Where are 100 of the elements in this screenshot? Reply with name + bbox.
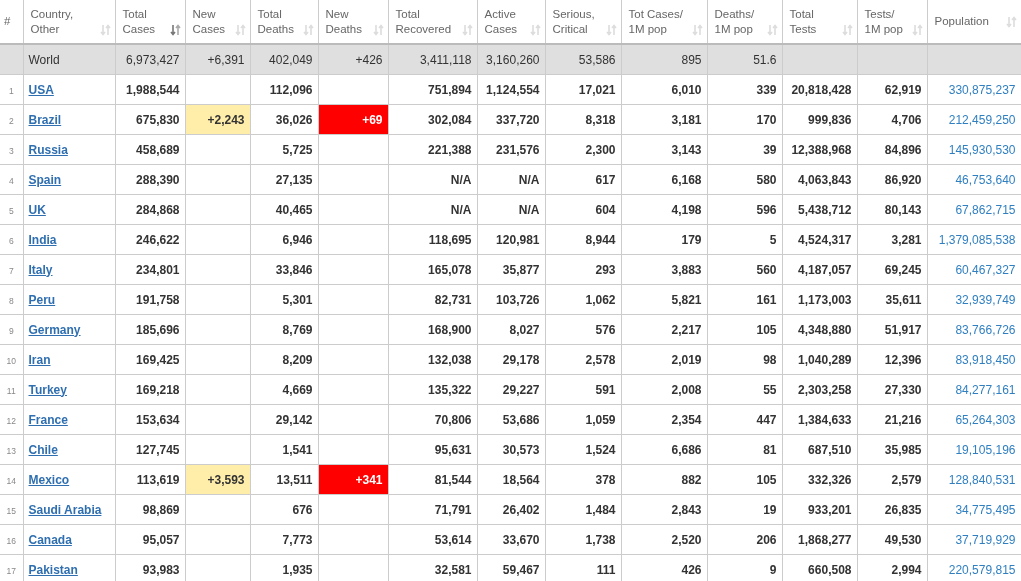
table-cell-value: 35,611 — [885, 292, 922, 307]
country-link[interactable]: Mexico — [28, 472, 70, 487]
table-cell-value: 1,484 — [585, 502, 616, 517]
table-cell-value: 6,010 — [671, 82, 702, 97]
column-header[interactable]: Population — [934, 14, 989, 29]
table-cell-value: 221,388 — [428, 142, 472, 157]
rank-number: 13 — [6, 445, 16, 456]
table-cell-value: 26,835 — [884, 502, 922, 517]
table-cell-value: 40,465 — [275, 202, 313, 217]
table-cell-value: 330,875,237 — [948, 82, 1016, 97]
rank-number: 5 — [8, 205, 14, 216]
table-cell-value: 32,939,749 — [955, 292, 1016, 307]
rank-number: 14 — [6, 475, 16, 486]
column-header[interactable]: Active Cases — [484, 6, 528, 37]
table-cell-value: 675,830 — [136, 112, 180, 127]
table-cell-value: 33,670 — [502, 532, 540, 547]
country-link[interactable]: Peru — [28, 292, 56, 307]
table-cell-value: 1,988,544 — [126, 82, 180, 97]
table-cell-value: 246,622 — [136, 232, 180, 247]
table-cell-value: 12,396 — [884, 352, 922, 367]
table-cell-value: 113,619 — [136, 472, 180, 487]
table-cell-value: 8,944 — [585, 232, 616, 247]
country-link[interactable]: Pakistan — [28, 562, 78, 577]
table-cell-value: 7,773 — [282, 532, 313, 547]
column-header[interactable]: Total Cases — [122, 6, 168, 37]
table-cell-value: 191,758 — [136, 292, 180, 307]
table-cell-value: 105 — [756, 472, 777, 487]
country-link[interactable]: Saudi Arabia — [28, 502, 102, 517]
table-cell-value: 5,438,712 — [798, 202, 852, 217]
table-cell-value: 5,821 — [671, 292, 702, 307]
country-link[interactable]: France — [28, 412, 68, 427]
table-cell-value: 3,411,118 — [419, 52, 472, 67]
table-cell-value: 617 — [595, 172, 616, 187]
rank-number: 15 — [6, 505, 16, 516]
sort-icon[interactable] — [169, 23, 181, 36]
country-link[interactable]: Canada — [28, 532, 72, 547]
table-cell-value: 169,425 — [136, 352, 180, 367]
table-cell-value: 999,836 — [808, 112, 852, 127]
table-cell-value: 1,379,085,538 — [938, 232, 1016, 247]
table-cell-value: 51,917 — [884, 322, 922, 337]
table-cell-value: 128,840,531 — [948, 472, 1016, 487]
table-cell-value: 59,467 — [502, 562, 540, 577]
table-cell-value: 6,686 — [671, 442, 702, 457]
column-header[interactable]: Tests/ 1M pop — [864, 6, 910, 37]
table-cell-value: 337,720 — [496, 112, 540, 127]
table-cell-value: 33,846 — [275, 262, 313, 277]
table-cell-value: 69,245 — [884, 262, 922, 277]
country-link[interactable]: India — [28, 232, 57, 247]
table-cell-value: 19,105,196 — [955, 442, 1016, 457]
country-name: World — [28, 52, 60, 67]
table-cell-value: 1,059 — [585, 412, 616, 427]
country-link[interactable]: Brazil — [28, 112, 62, 127]
column-header[interactable]: Total Deaths — [257, 6, 301, 37]
table-cell-value: 105 — [756, 322, 777, 337]
column-header[interactable]: Tot Cases/ 1M pop — [628, 6, 690, 37]
table-cell-value: 93,983 — [142, 562, 180, 577]
rank-number: 6 — [8, 235, 14, 246]
table-cell-value: 882 — [681, 472, 702, 487]
country-link[interactable]: UK — [28, 202, 46, 217]
table-cell-value: 580 — [756, 172, 777, 187]
table-cell-value: +426 — [355, 52, 383, 67]
table-cell-value: 8,769 — [282, 322, 313, 337]
country-link[interactable]: Turkey — [28, 382, 67, 397]
country-link[interactable]: Chile — [28, 442, 58, 457]
table-cell-value: 55 — [763, 382, 777, 397]
country-link[interactable]: Germany — [28, 322, 81, 337]
table-cell-value: 161 — [756, 292, 777, 307]
table-cell-value: 17,021 — [578, 82, 616, 97]
table-cell-value: 103,726 — [496, 292, 540, 307]
country-link[interactable]: Spain — [28, 172, 62, 187]
column-header[interactable]: Total Tests — [789, 6, 840, 37]
table-cell-value: 169,218 — [136, 382, 180, 397]
table-cell-value: 234,801 — [136, 262, 180, 277]
table-cell-value: 2,008 — [671, 382, 702, 397]
column-header[interactable]: Country, Other — [30, 6, 98, 37]
table-cell-value: 1,384,633 — [798, 412, 852, 427]
table-cell-value: 2,354 — [671, 412, 702, 427]
country-link[interactable]: Italy — [28, 262, 53, 277]
rank-number: 11 — [6, 385, 16, 396]
column-header[interactable]: Serious, Critical — [552, 6, 604, 37]
column-header[interactable]: Deaths/ 1M pop — [714, 6, 765, 37]
table-cell-value: 339 — [756, 82, 777, 97]
table-cell-value: 80,143 — [884, 202, 922, 217]
table-cell-value: 165,078 — [428, 262, 472, 277]
table-cell-value: 153,634 — [136, 412, 180, 427]
table-cell-value: 27,330 — [884, 382, 922, 397]
country-link[interactable]: Russia — [28, 142, 68, 157]
column-header: # — [4, 14, 11, 29]
table-cell-value: 95,631 — [434, 442, 472, 457]
column-header[interactable]: Total Recovered — [395, 6, 460, 37]
country-link[interactable]: USA — [28, 82, 54, 97]
column-header[interactable]: New Cases — [192, 6, 233, 37]
table-cell-value: 168,900 — [428, 322, 472, 337]
table-cell-value: 596 — [756, 202, 777, 217]
table-cell-value: 98 — [763, 352, 777, 367]
rank-number: 1 — [8, 85, 14, 96]
country-link[interactable]: Iran — [28, 352, 51, 367]
table-cell-value: 220,579,815 — [948, 562, 1016, 577]
column-header[interactable]: New Deaths — [325, 6, 371, 37]
table-cell-value: 6,973,427 — [126, 52, 180, 67]
